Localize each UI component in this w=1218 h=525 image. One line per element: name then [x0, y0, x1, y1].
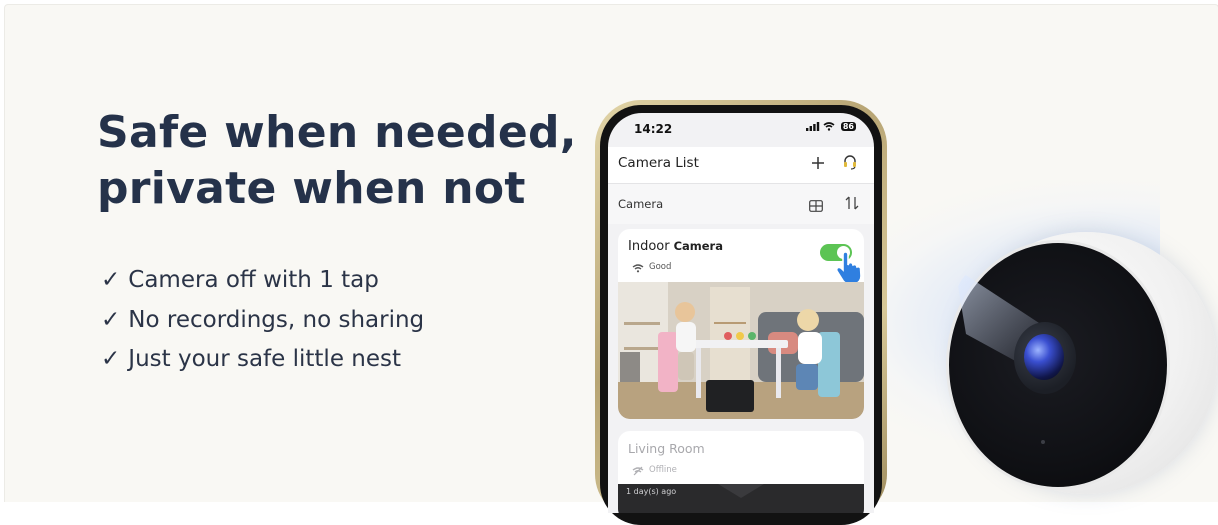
camera-section-header: Camera [608, 184, 874, 224]
connection-status: Offline [649, 465, 677, 475]
feature-list: ✓ Camera off with 1 tap ✓ No recordings, n… [101, 261, 424, 380]
camera-live-feed[interactable] [618, 282, 864, 419]
headset-icon [844, 155, 856, 170]
camera-name-word-1: Indoor [628, 239, 670, 254]
camera-name: Indoor Camera [628, 238, 723, 254]
check-icon: ✓ [101, 267, 121, 293]
check-icon: ✓ [101, 306, 121, 333]
signal-icon [805, 121, 820, 131]
feature-item: ✓ Just your safe little nest [101, 340, 424, 380]
app-top-bar: Camera List [608, 147, 874, 183]
section-label: Camera [618, 197, 664, 211]
live-feed-image [618, 282, 864, 419]
battery-indicator: 86 [840, 122, 856, 131]
camera-name-word-2: Camera [673, 239, 723, 253]
camera-feed-thumbnail[interactable]: 1 day(s) ago [618, 484, 864, 513]
phone-screen: 14:22 86 Camera List Camera Indoor Camer… [608, 113, 874, 513]
grid-view-button[interactable] [809, 197, 823, 212]
status-bar-time: 14:22 [634, 122, 673, 136]
tap-hand-icon [835, 251, 862, 285]
screen-title: Camera List [618, 155, 699, 171]
headline-line-1: Safe when needed, [97, 107, 577, 158]
feature-text: Camera off with 1 tap [128, 267, 379, 293]
headline: Safe when needed, private when not [97, 105, 577, 217]
wifi-off-icon [632, 466, 644, 476]
headline-line-2: private when not [97, 163, 526, 214]
plus-icon [812, 157, 824, 169]
camera-lens [1024, 334, 1064, 380]
grid-view-icon [809, 200, 823, 212]
add-camera-button[interactable] [809, 151, 827, 175]
support-button[interactable] [842, 153, 858, 173]
status-bar-icons: 86 [805, 121, 856, 132]
wifi-status-icon [823, 121, 835, 131]
feature-text: Just your safe little nest [128, 346, 402, 372]
sort-icon [845, 196, 859, 210]
camera-name: Living Room [628, 441, 705, 456]
feature-text: No recordings, no sharing [128, 306, 425, 333]
feed-placeholder-shape [718, 484, 764, 498]
camera-card-indoor[interactable]: Indoor Camera Good [618, 229, 864, 419]
feature-item: ✓ Camera off with 1 tap [101, 261, 424, 301]
check-icon: ✓ [101, 346, 121, 372]
sort-button[interactable] [844, 195, 860, 211]
feature-item: ✓ No recordings, no sharing [101, 301, 424, 341]
wifi-icon [632, 264, 644, 273]
connection-status: Good [649, 262, 672, 272]
camera-sensor-dot [1041, 440, 1045, 444]
